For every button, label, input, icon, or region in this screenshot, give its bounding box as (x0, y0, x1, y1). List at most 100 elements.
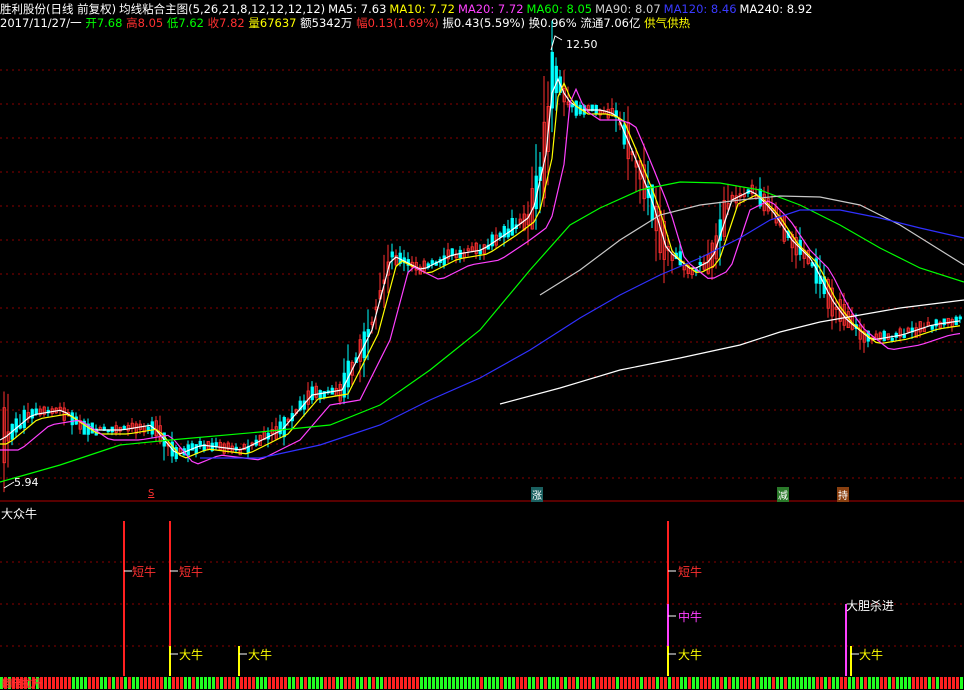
signal-strip-cell (824, 677, 827, 689)
kline-chart[interactable] (0, 0, 964, 690)
signal-strip-cell (460, 677, 463, 689)
high-price-label: 12.50 (566, 38, 598, 51)
signal-strip-cell (384, 677, 387, 689)
signal-strip-cell (164, 677, 167, 689)
signal-strip-cell (260, 677, 263, 689)
signal-strip-cell (480, 677, 483, 689)
signal-strip-cell (724, 677, 727, 689)
signal-strip-cell (244, 677, 247, 689)
signal-strip-cell (360, 677, 363, 689)
signal-reduce-badge[interactable]: 减 (777, 487, 789, 502)
signal-strip-cell (728, 677, 731, 689)
ma90-line (539, 195, 964, 296)
signal-strip-cell (776, 677, 779, 689)
signal-strip-cell (160, 677, 163, 689)
candle-body (698, 262, 702, 266)
indicator-label-big-bull-3: 大牛 (678, 648, 703, 662)
signal-strip-cell (232, 677, 235, 689)
ma120-line (200, 209, 964, 459)
candle-body (510, 217, 514, 236)
candle-body (442, 255, 446, 266)
signal-strip-cell (224, 677, 227, 689)
signal-strip-cell (48, 677, 51, 689)
signal-strip-cell (444, 677, 447, 689)
signal-strip-cell (848, 677, 851, 689)
signal-strip-cell (600, 677, 603, 689)
signal-strip-cell (204, 677, 207, 689)
signal-strip-cell (860, 677, 863, 689)
candle-body (390, 251, 394, 258)
signal-strip-cell (524, 677, 527, 689)
signal-strip-cell (636, 677, 639, 689)
signal-strip-cell (692, 677, 695, 689)
signal-strip-cell (740, 677, 743, 689)
high-marker-icon (550, 35, 563, 51)
signal-strip-cell (720, 677, 723, 689)
signal-strip-cell (220, 677, 223, 689)
signal-strip-cell (744, 677, 747, 689)
candle-body (30, 409, 34, 419)
signal-strip-cell (212, 677, 215, 689)
signal-strip-cell (392, 677, 395, 689)
signal-strip-cell (276, 677, 279, 689)
signal-strip-cell (96, 677, 99, 689)
signal-strip-cell (484, 677, 487, 689)
signal-strip-cell (108, 677, 111, 689)
candle-body (278, 421, 282, 435)
signal-strip-cell (772, 677, 775, 689)
signal-strip-cell (852, 677, 855, 689)
signal-strip-cell (820, 677, 823, 689)
signal-strip-cell (836, 677, 839, 689)
signal-strip-cell (548, 677, 551, 689)
signal-hold-badge[interactable]: 持 (837, 487, 849, 502)
signal-strip-cell (304, 677, 307, 689)
signal-strip-cell (520, 677, 523, 689)
signal-strip-cell (708, 677, 711, 689)
signal-strip-cell (644, 677, 647, 689)
grid-lines (0, 69, 964, 647)
signal-strip (0, 677, 963, 689)
signal-strip-cell (828, 677, 831, 689)
signal-strip-cell (684, 677, 687, 689)
indicator-label-big-bull-1: 大牛 (179, 648, 204, 662)
signal-strip-cell (128, 677, 131, 689)
signal-s-badge[interactable]: S (147, 488, 155, 499)
indicator-title[interactable]: 大众牛 (1, 505, 37, 522)
candle-body (958, 316, 962, 320)
signal-strip-cell (200, 677, 203, 689)
signal-strip-cell (700, 677, 703, 689)
signal-strip-cell (616, 677, 619, 689)
signal-strip-cell (564, 677, 567, 689)
signal-strip-cell (236, 677, 239, 689)
signal-strip-cell (468, 677, 471, 689)
signal-strip-cell (500, 677, 503, 689)
signal-strip-cell (356, 677, 359, 689)
indicator-label-big-bull-4: 大牛 (859, 648, 884, 662)
signal-strip-cell (228, 677, 231, 689)
signal-strip-cell (900, 677, 903, 689)
signal-strip-cell (264, 677, 267, 689)
signal-strip-cell (348, 677, 351, 689)
signal-strip-cell (512, 677, 515, 689)
signal-rise-badge[interactable]: 涨 (531, 487, 543, 502)
signal-strip-cell (912, 677, 915, 689)
signal-strip-cell (624, 677, 627, 689)
signal-strip-cell (896, 677, 899, 689)
signal-strip-cell (620, 677, 623, 689)
indicator-label-short-bull-1: 短牛 (132, 565, 157, 579)
signal-strip-cell (156, 677, 159, 689)
signal-strip-cell (640, 677, 643, 689)
signal-strip-cell (904, 677, 907, 689)
signal-strip-cell (116, 677, 119, 689)
signal-strip-cell (280, 677, 283, 689)
signal-strip-cell (760, 677, 763, 689)
signal-strip-cell (424, 677, 427, 689)
signal-strip-cell (668, 677, 671, 689)
signal-strip-cell (816, 677, 819, 689)
signal-strip-cell (464, 677, 467, 689)
signal-strip-cell (788, 677, 791, 689)
signal-strip-cell (284, 677, 287, 689)
signal-strip-cell (516, 677, 519, 689)
signal-strip-cell (124, 677, 127, 689)
signal-strip-cell (344, 677, 347, 689)
